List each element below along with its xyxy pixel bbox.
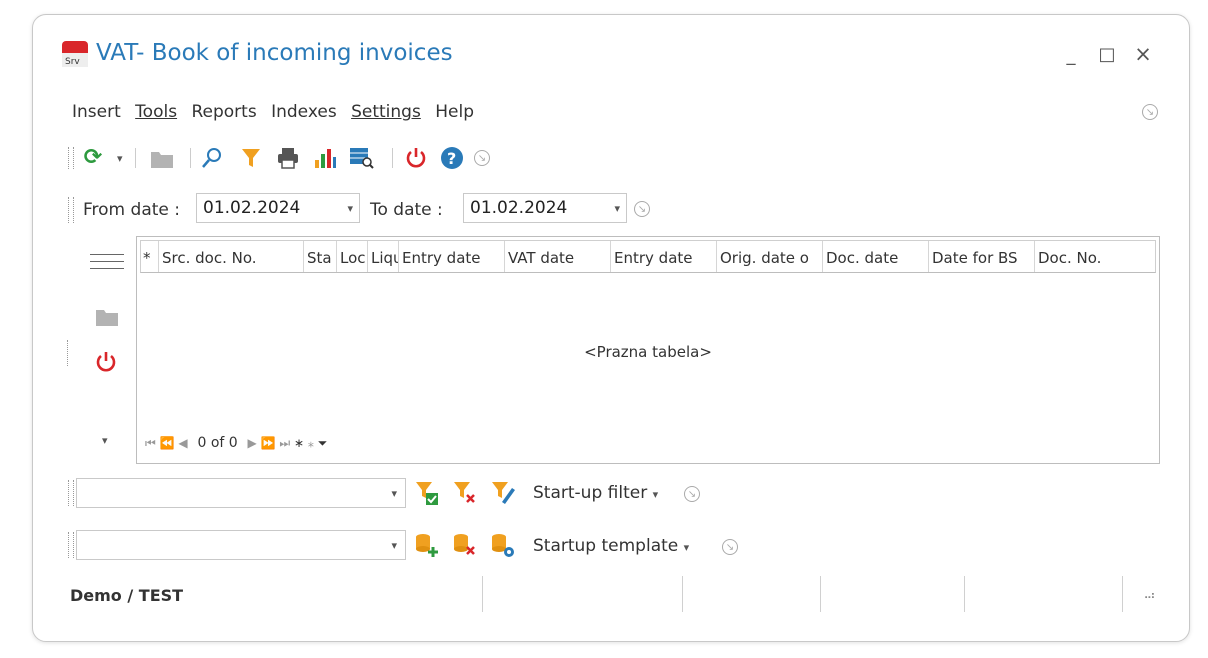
search-icon[interactable]	[200, 146, 224, 170]
chevron-down-icon[interactable]: ▾	[391, 487, 397, 500]
power-icon[interactable]	[404, 146, 428, 170]
column-header[interactable]: Liqu	[368, 241, 399, 272]
chevron-down-icon[interactable]: ▾	[684, 541, 690, 554]
last-record-icon[interactable]: ⏭	[279, 436, 290, 450]
template-row-grip[interactable]	[68, 532, 74, 558]
column-header[interactable]: Entry date	[611, 241, 717, 272]
side-more-icon[interactable]: ▾	[102, 434, 108, 447]
svg-text:?: ?	[447, 149, 456, 168]
toolbar-separator	[135, 148, 136, 168]
column-header[interactable]: Orig. date o	[717, 241, 823, 272]
chevron-down-icon[interactable]: ▾	[614, 202, 620, 215]
remove-filter-icon[interactable]	[452, 480, 478, 506]
filter-icon[interactable]	[240, 147, 262, 169]
append-record-icon[interactable]: ∗	[294, 436, 304, 450]
to-date-field[interactable]: 01.02.2024 ▾	[463, 193, 627, 223]
toolbar-separator	[190, 148, 191, 168]
column-header[interactable]: VAT date	[505, 241, 611, 272]
filter-row-expand-icon[interactable]: ↘	[684, 486, 700, 502]
maximize-button[interactable]: □	[1096, 44, 1118, 65]
close-button[interactable]: ×	[1132, 42, 1154, 66]
resize-grip-icon[interactable]: ⠠⠴	[1140, 588, 1156, 602]
menu-expand-icon[interactable]: ↘	[1142, 104, 1158, 120]
to-date-value: 01.02.2024	[470, 198, 568, 218]
status-separator	[1122, 576, 1123, 612]
prev-record-icon[interactable]: ◀	[178, 436, 187, 450]
svg-text:Srv: Srv	[65, 57, 80, 67]
column-header[interactable]: Doc. No.	[1035, 241, 1151, 272]
column-header[interactable]: Entry date	[399, 241, 505, 272]
refresh-dropdown-icon[interactable]: ▾	[117, 152, 123, 165]
status-separator	[820, 576, 821, 612]
startup-filter-label: Start-up filter	[533, 483, 648, 503]
chart-icon[interactable]	[313, 146, 337, 170]
edit-filter-icon[interactable]	[490, 480, 516, 506]
record-navigator: ⏮ ⏪ ◀ 0 of 0 ▶ ⏩ ⏭ ∗ ⁎ ⏷	[145, 435, 327, 451]
delete-template-icon[interactable]	[452, 532, 478, 558]
hamburger-menu-icon[interactable]	[90, 254, 124, 269]
first-record-icon[interactable]: ⏮	[145, 436, 156, 450]
column-header[interactable]: Loc	[337, 241, 368, 272]
menu-reports[interactable]: Reports	[191, 102, 256, 122]
menu-insert[interactable]: Insert	[72, 102, 121, 122]
app-logo-icon: Srv	[62, 41, 88, 67]
add-template-icon[interactable]	[414, 532, 440, 558]
toolbar-expand-icon[interactable]: ↘	[474, 150, 490, 166]
column-header[interactable]: Src. doc. No.	[159, 241, 304, 272]
template-row-expand-icon[interactable]: ↘	[722, 539, 738, 555]
column-header[interactable]: Date for BS	[929, 241, 1035, 272]
status-text: Demo / TEST	[70, 586, 184, 605]
grid-header: * Src. doc. No. Sta Loc Liqu Entry date …	[140, 240, 1156, 273]
startup-filter-menu[interactable]: Start-up filter ▾	[533, 483, 658, 503]
record-count: 0 of 0	[197, 435, 238, 451]
menu-bar: Insert Tools Reports Indexes Settings He…	[72, 102, 483, 122]
startup-filter-select[interactable]: ▾	[76, 478, 406, 508]
column-header[interactable]: *	[141, 241, 159, 272]
from-date-value: 01.02.2024	[203, 198, 301, 218]
prev-page-icon[interactable]: ⏪	[160, 436, 175, 450]
folder-icon[interactable]	[94, 306, 120, 328]
startup-template-label: Startup template	[533, 536, 679, 556]
insert-record-icon[interactable]: ⁎	[308, 436, 314, 450]
print-icon[interactable]	[276, 146, 300, 170]
from-date-field[interactable]: 01.02.2024 ▾	[196, 193, 360, 223]
status-separator	[482, 576, 483, 612]
to-date-label: To date :	[370, 200, 443, 220]
help-icon[interactable]: ?	[440, 146, 464, 170]
chevron-down-icon[interactable]: ▾	[391, 539, 397, 552]
next-page-icon[interactable]: ⏩	[261, 436, 276, 450]
from-date-label: From date :	[83, 200, 180, 220]
status-separator	[682, 576, 683, 612]
invoice-grid[interactable]: * Src. doc. No. Sta Loc Liqu Entry date …	[136, 236, 1160, 464]
next-record-icon[interactable]: ▶	[248, 436, 257, 450]
startup-template-menu[interactable]: Startup template ▾	[533, 536, 689, 556]
minimize-button[interactable]: _	[1060, 45, 1082, 66]
column-header[interactable]: Sta	[304, 241, 337, 272]
filter-row-grip[interactable]	[68, 480, 74, 506]
empty-table-message: <Prazna tabela>	[584, 343, 712, 361]
chevron-down-icon[interactable]: ▾	[653, 488, 659, 501]
window-title: VAT- Book of incoming invoices	[96, 40, 453, 66]
template-settings-icon[interactable]	[490, 532, 516, 558]
menu-tools[interactable]: Tools	[135, 102, 177, 122]
grid-filter-icon[interactable]: ⏷	[318, 436, 328, 450]
refresh-icon[interactable]: ⟳	[80, 146, 106, 170]
toolbar-grip[interactable]	[68, 147, 74, 169]
toolbar-separator	[392, 148, 393, 168]
startup-template-select[interactable]: ▾	[76, 530, 406, 560]
column-header[interactable]: Doc. date	[823, 241, 929, 272]
status-separator	[964, 576, 965, 612]
table-search-icon[interactable]	[349, 146, 375, 170]
menu-indexes[interactable]: Indexes	[271, 102, 337, 122]
apply-filter-icon[interactable]	[414, 480, 440, 506]
menu-settings[interactable]: Settings	[351, 102, 421, 122]
filter-expand-icon[interactable]: ↘	[634, 201, 650, 217]
side-grip[interactable]	[67, 340, 69, 366]
power-icon[interactable]	[94, 350, 118, 374]
menu-help[interactable]: Help	[435, 102, 474, 122]
chevron-down-icon[interactable]: ▾	[347, 202, 353, 215]
folder-icon[interactable]	[149, 148, 175, 170]
filter-bar-grip[interactable]	[68, 197, 74, 223]
